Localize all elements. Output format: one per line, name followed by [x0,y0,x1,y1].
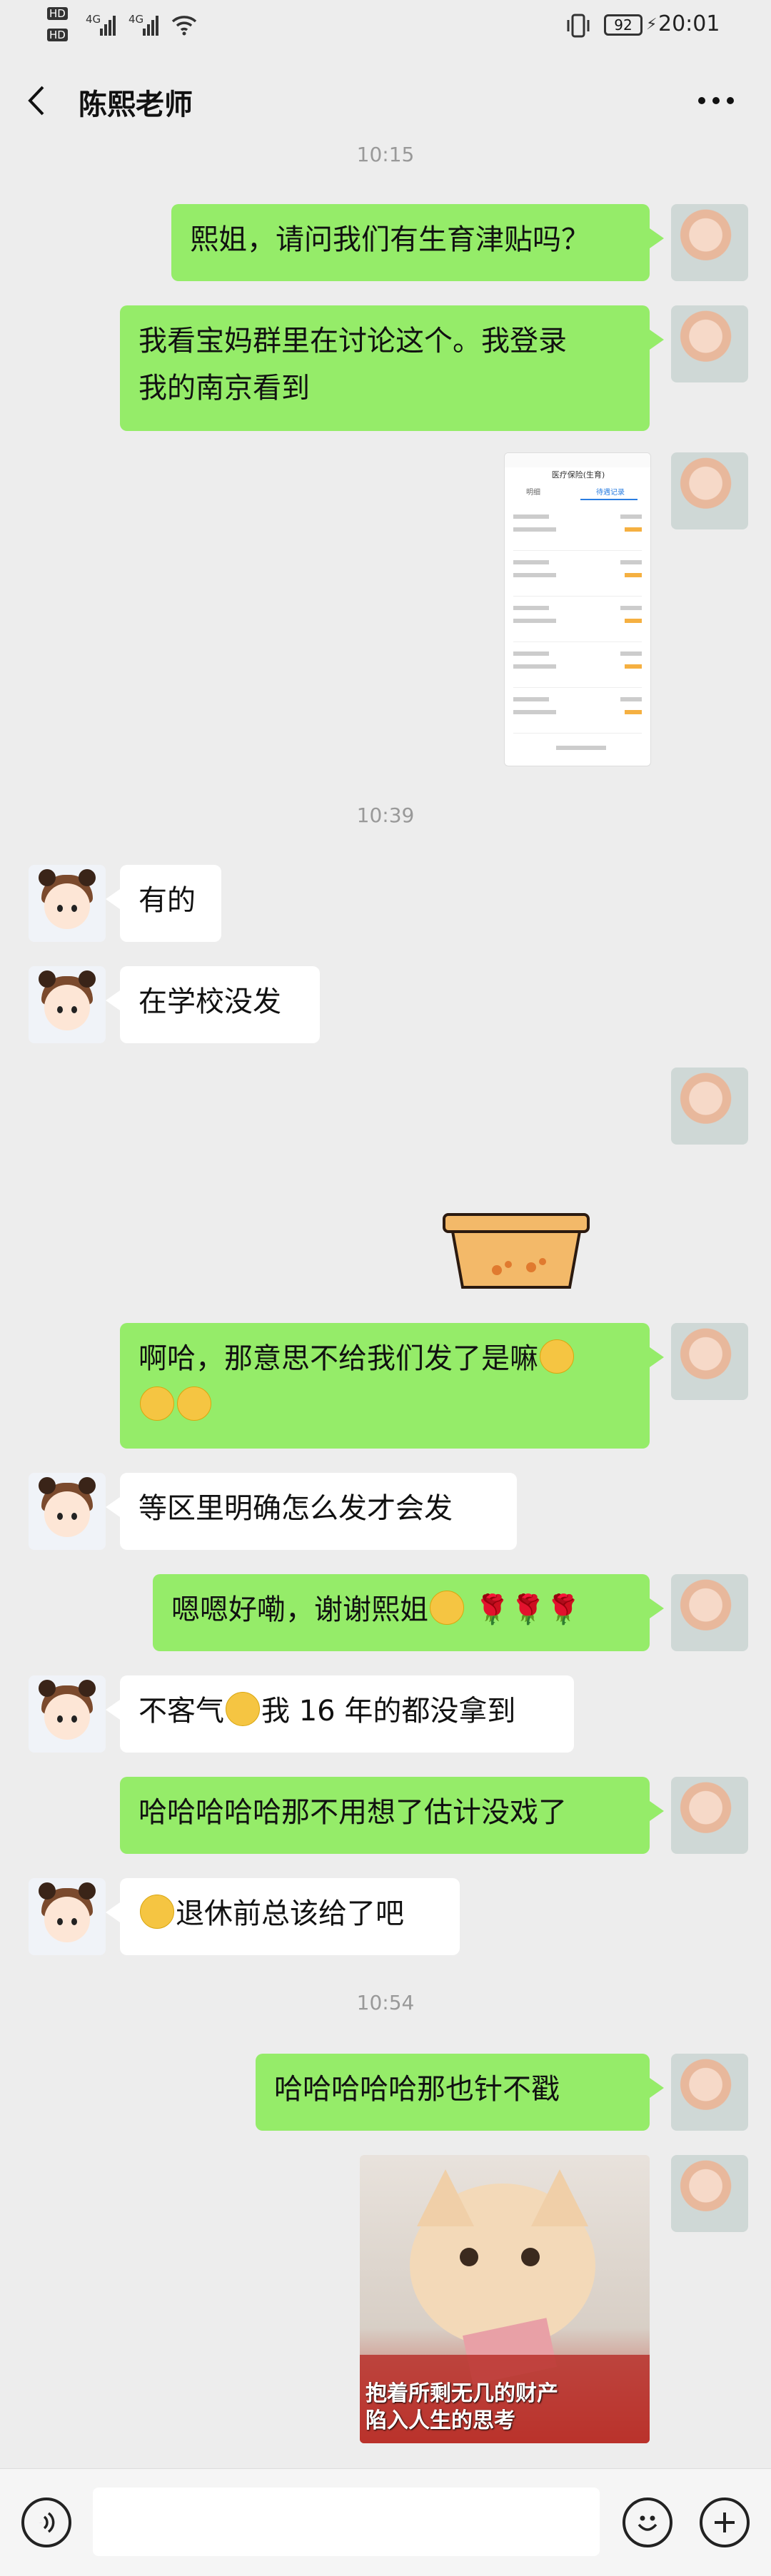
plus-icon [715,2512,735,2532]
rose-emoji-icon: 🌹 [545,1593,582,1626]
message-text: 熙姐，请问我们有生育津贴吗？ [190,223,590,256]
message-bubble-received[interactable]: 在学校没发 [106,966,320,1043]
message-text: 嗯嗯好嘞，谢谢熙姐 [171,1593,428,1626]
thumb-tab: 待遇记录 [596,489,625,497]
my-avatar[interactable] [671,204,748,281]
contact-avatar[interactable] [29,1675,106,1753]
clock: 20:01 [658,11,720,36]
thumb-title: 医疗保险(生育) [551,470,605,480]
message-text: 啊哈，那意思不给我们发了是嘛 [138,1342,538,1375]
message-bubble-received[interactable]: 不客气 我 16 年的都没拿到 [106,1675,574,1753]
message-bubble-sent[interactable]: 哈哈哈哈哈那不用想了估计没戏了 [120,1777,664,1854]
signal-icon [100,14,116,36]
more-functions-button[interactable] [700,2498,750,2547]
network-label: 4G [128,13,144,26]
sticker-box-image[interactable] [443,1213,590,1292]
message-text: 等区里明确怎么发才会发 [138,1492,453,1525]
charging-icon: ⚡ [646,16,657,34]
my-avatar[interactable] [671,1574,748,1651]
rose-emoji-icon: 🌹 [510,1593,546,1626]
wifi-icon [171,16,197,36]
hd-badge: HD [47,29,68,41]
message-bubble-received[interactable]: 等区里明确怎么发才会发 [106,1473,517,1550]
message-text: 哈哈哈哈哈那也针不戳 [274,2073,560,2106]
chat-title: 陈熙老师 [79,88,193,121]
tears-of-joy-emoji-icon [540,1339,574,1374]
message-text-line: 我的南京看到 [138,372,310,405]
contact-avatar[interactable] [29,865,106,942]
message-bubble-received[interactable]: 退休前总该给了吧 [106,1878,460,1955]
message-bubble-sent[interactable]: 哈哈哈哈哈那也针不戳 [256,2054,664,2131]
contact-avatar[interactable] [29,1473,106,1550]
contact-avatar[interactable] [29,966,106,1043]
screenshot-image[interactable]: 医疗保险(生育) 明细 待遇记录 [504,452,651,766]
contact-avatar[interactable] [29,1878,106,1955]
message-text: 不客气 [138,1695,224,1728]
rose-emoji-icon: 🌹 [474,1593,510,1626]
my-avatar[interactable] [671,2054,748,2131]
input-bar [0,2468,771,2576]
vibrate-icon [567,14,590,38]
zipper-mouth-emoji-icon [140,1895,174,1929]
hd-badge: HD [47,7,68,20]
thumb-tab: 明细 [526,489,540,497]
battery-icon: 92 [604,14,642,36]
message-text-line: 我看宝妈群里在讨论这个。我登录 [138,325,567,358]
tears-of-joy-emoji-icon [140,1386,174,1421]
voice-input-button[interactable] [21,2498,71,2547]
grin-emoji-icon [226,1692,260,1726]
message-text: 退休前总该给了吧 [176,1897,404,1930]
my-avatar[interactable] [671,1777,748,1854]
message-bubble-sent[interactable]: 嗯嗯好嘞，谢谢熙姐 🌹🌹🌹 [153,1574,664,1651]
message-input[interactable] [93,2488,600,2556]
message-bubble-sent[interactable]: 我看宝妈群里在讨论这个。我登录 我的南京看到 [120,305,664,431]
signal-icon [143,14,158,36]
timestamp: 10:39 [356,803,415,827]
message-text: 在学校没发 [138,985,281,1018]
status-bar: HD HD 4G 4G 92 ⚡ 20:01 [0,0,771,51]
thinking-emoji-icon [430,1591,464,1625]
emoji-button[interactable] [623,2498,672,2547]
timestamp: 10:54 [356,1991,415,2014]
tears-of-joy-emoji-icon [177,1386,211,1421]
network-label: 4G [86,13,101,26]
message-bubble-received[interactable]: 有的 [106,865,221,942]
voice-icon [38,2512,55,2533]
message-bubble-sent[interactable]: 啊哈，那意思不给我们发了是嘛 [120,1323,664,1449]
message-text: 哈哈哈哈哈那不用想了估计没戏了 [138,1796,567,1829]
my-avatar[interactable] [671,2155,748,2232]
more-options-icon[interactable] [697,96,735,106]
back-icon[interactable] [26,84,47,117]
image-caption: 抱着所剩无几的财产 陷入人生的思考 [366,2381,558,2433]
message-text: 有的 [138,884,196,917]
message-bubble-sent[interactable]: 熙姐，请问我们有生育津贴吗？ [171,204,664,281]
chat-header: 陈熙老师 [0,51,771,146]
my-avatar[interactable] [671,1068,748,1145]
timestamp: 10:15 [356,143,415,166]
my-avatar[interactable] [671,452,748,529]
my-avatar[interactable] [671,305,748,382]
cat-meme-image[interactable]: 抱着所剩无几的财产 陷入人生的思考 [360,2155,650,2443]
battery-level: 92 [614,16,633,34]
my-avatar[interactable] [671,1323,748,1400]
message-text: 我 16 年的都没拿到 [261,1695,516,1728]
emoji-icon [638,2515,657,2531]
